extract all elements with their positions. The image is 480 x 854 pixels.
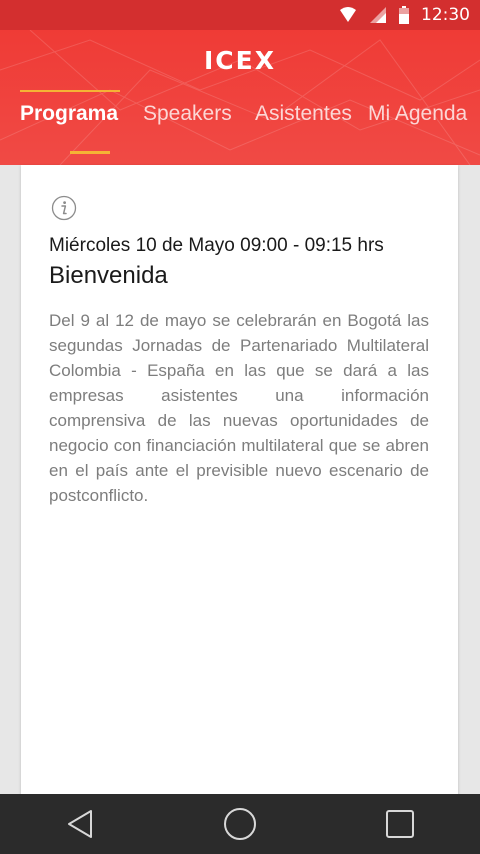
tab-bar: Programa Speakers Asistentes Mi Agenda xyxy=(0,102,480,142)
event-datetime: Miércoles 10 de Mayo 09:00 - 09:15 hrs xyxy=(49,235,384,256)
app-header: ICEX Programa Speakers Asistentes Mi Age… xyxy=(0,30,480,165)
back-icon[interactable] xyxy=(50,794,110,854)
event-title: Bienvenida xyxy=(49,262,168,289)
navigation-bar xyxy=(0,794,480,854)
info-icon[interactable] xyxy=(51,195,77,221)
home-icon[interactable] xyxy=(210,794,270,854)
tab-indicator-top xyxy=(20,90,120,92)
wifi-icon xyxy=(339,7,357,23)
battery-icon xyxy=(399,6,409,24)
status-bar: 12:30 xyxy=(0,0,480,30)
signal-icon xyxy=(369,6,387,24)
tab-mi-agenda[interactable]: Mi Agenda xyxy=(368,102,467,126)
event-description: Del 9 al 12 de mayo se celebrarán en Bog… xyxy=(49,311,429,505)
tab-asistentes[interactable]: Asistentes xyxy=(255,102,352,126)
icex-logo: ICEX xyxy=(203,46,276,75)
tab-programa[interactable]: Programa xyxy=(20,102,118,126)
clock: 12:30 xyxy=(421,5,470,25)
event-card: Miércoles 10 de Mayo 09:00 - 09:15 hrs B… xyxy=(21,165,458,805)
recents-icon[interactable] xyxy=(370,794,430,854)
active-tab-indicator xyxy=(70,151,110,154)
tab-speakers[interactable]: Speakers xyxy=(143,102,232,126)
